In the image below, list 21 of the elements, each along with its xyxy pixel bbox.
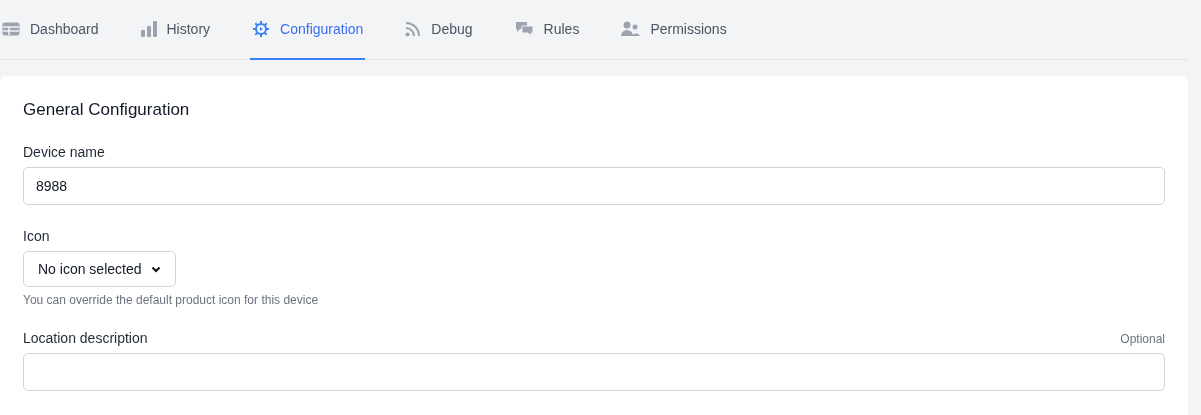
field-label: Icon (23, 228, 50, 244)
tab[interactable]: Debug (403, 0, 475, 60)
input-field[interactable]: 8988 (23, 167, 1165, 205)
field-label: Device name (23, 144, 105, 160)
field-label: Location description (23, 330, 148, 346)
optional-note: Optional (1120, 332, 1165, 346)
icon-dropdown[interactable]: No icon selected (23, 251, 176, 287)
input-field[interactable] (23, 353, 1165, 391)
caret-icon (150, 265, 161, 273)
bar-chart-icon (140, 21, 157, 37)
tab[interactable]: Configuration (250, 0, 366, 60)
tab[interactable]: Permissions (619, 0, 729, 60)
help-text: You can override the default product icon for this device (23, 293, 320, 307)
tab[interactable]: Dashboard (0, 0, 101, 60)
rss-icon (405, 21, 422, 37)
section-title: General Configuration (23, 100, 191, 120)
gear-icon (252, 20, 271, 38)
tab[interactable]: Rules (512, 0, 582, 60)
chat-icon (514, 21, 534, 37)
users-icon (621, 21, 641, 37)
tab[interactable]: History (138, 0, 213, 60)
